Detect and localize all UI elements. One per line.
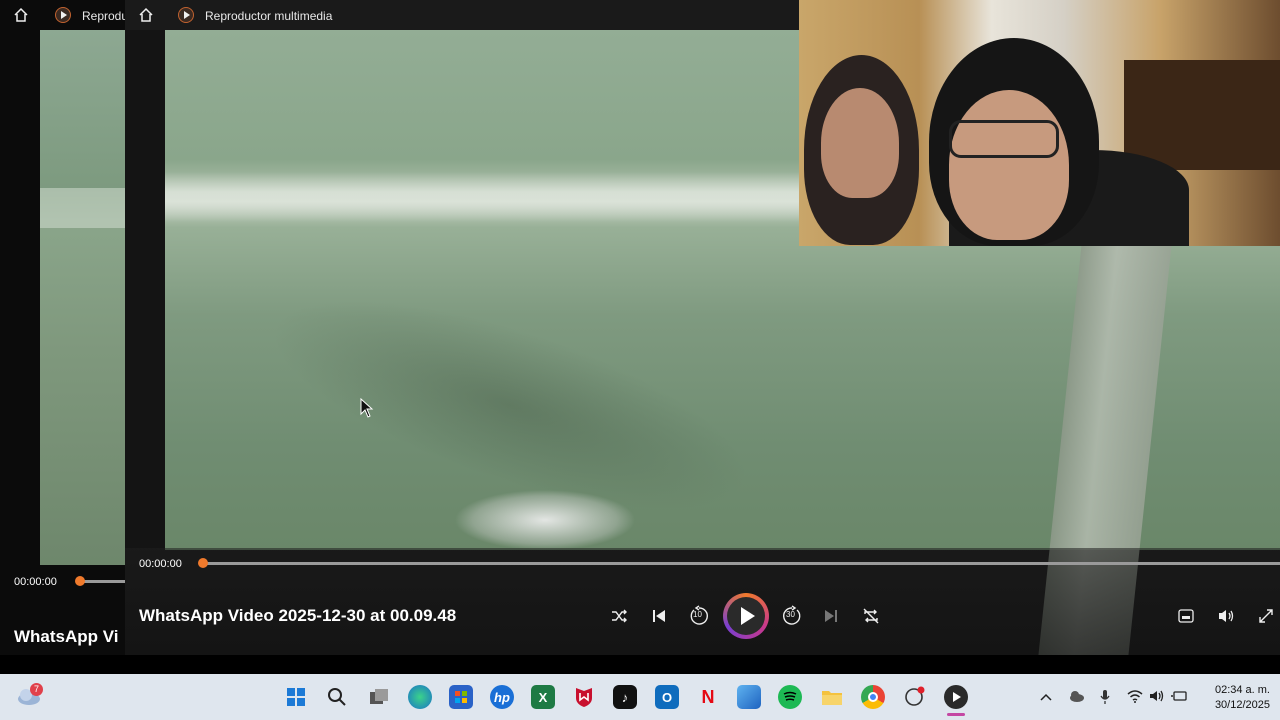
- tiktok-icon[interactable]: ♪: [613, 685, 637, 709]
- video-title: WhatsApp Video 2025-12-30 at 00.09.48: [139, 606, 457, 625]
- copilot-icon[interactable]: [902, 685, 926, 709]
- photos-icon[interactable]: [737, 685, 761, 709]
- background-progress-thumb[interactable]: [75, 576, 85, 586]
- rewind-label: 10: [693, 610, 702, 619]
- outlook-icon[interactable]: O: [655, 685, 679, 709]
- netflix-icon[interactable]: N: [696, 685, 720, 709]
- volume-icon[interactable]: [1213, 603, 1239, 629]
- media-player-icon: [178, 7, 194, 23]
- system-clock[interactable]: 02:34 a. m. 30/12/2025: [1215, 683, 1270, 713]
- clock-time: 02:34 a. m.: [1214, 684, 1270, 696]
- excel-icon[interactable]: X: [531, 685, 555, 709]
- media-player-taskbar-icon[interactable]: [944, 685, 968, 709]
- search-icon[interactable]: [325, 685, 349, 709]
- hp-icon[interactable]: hp: [490, 685, 514, 709]
- background-video-frame: [40, 30, 125, 565]
- rewind-button[interactable]: 10: [686, 603, 712, 629]
- file-explorer-icon[interactable]: [820, 685, 844, 709]
- background-video-stripe: [40, 188, 125, 228]
- chevron-up-icon[interactable]: [1040, 689, 1052, 705]
- battery-icon[interactable]: [1171, 689, 1189, 706]
- progress-track[interactable]: [202, 562, 1280, 565]
- background-window-title: Reprodu: [82, 9, 129, 23]
- clock-date: 30/12/2025: [1214, 699, 1270, 711]
- background-progress-track[interactable]: [80, 580, 125, 583]
- weather-badge: 7: [30, 683, 43, 696]
- microphone-icon[interactable]: [1099, 689, 1111, 708]
- play-button[interactable]: [723, 593, 769, 639]
- wifi-icon[interactable]: [1127, 689, 1143, 706]
- next-icon[interactable]: [818, 603, 844, 629]
- forward-label: 30: [786, 610, 795, 619]
- windows-start-icon[interactable]: [284, 685, 308, 709]
- media-player-icon: [55, 7, 71, 23]
- store-icon[interactable]: [449, 685, 473, 709]
- home-icon[interactable]: [138, 7, 154, 23]
- person-left-face: [821, 88, 899, 198]
- window-title: Reproductor multimedia: [205, 9, 333, 23]
- active-app-indicator: [947, 713, 965, 716]
- background-video-title: WhatsApp Vi: [14, 627, 119, 646]
- forward-button[interactable]: 30: [779, 603, 805, 629]
- speaker-icon[interactable]: [1149, 689, 1165, 706]
- taskbar: [0, 674, 1280, 720]
- webcam-overlay: [799, 0, 1280, 246]
- progress-thumb[interactable]: [198, 558, 208, 568]
- previous-icon[interactable]: [646, 603, 672, 629]
- chrome-icon[interactable]: [861, 685, 885, 709]
- shuffle-icon[interactable]: [606, 603, 632, 629]
- play-icon: [727, 597, 765, 635]
- edge-icon[interactable]: [408, 685, 432, 709]
- fullscreen-icon[interactable]: [1253, 603, 1279, 629]
- repeat-off-icon[interactable]: [858, 603, 884, 629]
- shelf: [1124, 60, 1280, 170]
- task-view-icon[interactable]: [367, 685, 391, 709]
- weather-widget[interactable]: 7: [16, 683, 44, 709]
- current-time: 00:00:00: [139, 558, 182, 570]
- glasses: [949, 120, 1059, 158]
- spotify-icon[interactable]: [778, 685, 802, 709]
- mouse-cursor-icon: [360, 397, 374, 423]
- home-icon[interactable]: [13, 7, 29, 23]
- mcafee-icon[interactable]: [572, 685, 596, 709]
- background-time: 00:00:00: [14, 576, 57, 588]
- video-field-line: [165, 172, 799, 222]
- person-right-face: [949, 90, 1069, 240]
- miniplayer-icon[interactable]: [1173, 603, 1199, 629]
- onedrive-icon[interactable]: [1067, 689, 1085, 705]
